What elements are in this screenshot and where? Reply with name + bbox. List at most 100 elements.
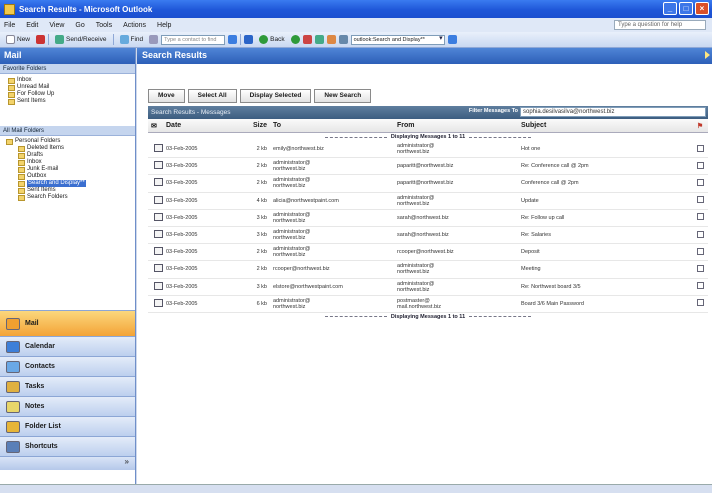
expand-arrow-icon[interactable] — [705, 51, 710, 59]
folder-tree-item[interactable]: Search Folders — [4, 194, 131, 201]
back-arrow-icon — [259, 35, 269, 44]
favorite-folder-item[interactable]: Inbox — [8, 77, 127, 84]
message-row[interactable]: 03-Feb-2005 2 kb administrator@ northwest.b… — [148, 175, 708, 193]
move-button[interactable]: Move — [148, 89, 185, 103]
row-subject: Re: Salaries — [521, 232, 551, 239]
menu-file[interactable]: File — [4, 22, 15, 29]
column-size[interactable]: Size — [244, 122, 270, 129]
row-checkbox[interactable] — [696, 282, 704, 290]
flag-column-icon[interactable]: ⚑ — [692, 122, 708, 130]
folder-tree-item[interactable]: Inbox — [4, 159, 131, 166]
column-date[interactable]: Date — [166, 122, 244, 129]
message-row[interactable]: 03-Feb-2005 2 kb rcooper@northwest.biz admi… — [148, 261, 708, 279]
new-label: New — [17, 36, 31, 43]
row-checkbox[interactable] — [696, 178, 704, 186]
row-checkbox[interactable] — [696, 196, 704, 204]
nav-button-mail[interactable]: Mail — [0, 310, 135, 336]
back-button[interactable]: Back — [256, 33, 287, 46]
message-row[interactable]: 03-Feb-2005 3 kb administrator@ northwest.b… — [148, 210, 708, 227]
favorite-folder-item[interactable]: Sent Items — [8, 98, 127, 105]
folder-tree-item[interactable]: Outbox — [4, 173, 131, 180]
stop-icon[interactable] — [302, 35, 312, 44]
home-icon[interactable] — [326, 35, 336, 44]
folder-label: Outbox — [27, 173, 47, 179]
help-icon[interactable] — [228, 35, 238, 44]
menu-help[interactable]: Help — [157, 22, 171, 29]
row-date: 03-Feb-2005 — [166, 266, 198, 273]
envelope-icon — [154, 281, 163, 290]
forward-arrow-icon[interactable] — [290, 35, 300, 44]
column-icon-header[interactable]: ✉ — [148, 122, 166, 130]
select-all-button[interactable]: Select All — [187, 89, 237, 103]
address-combo[interactable]: outlook:Search and Display** — [350, 34, 445, 45]
send-receive-button[interactable]: Send/Receive — [52, 33, 109, 46]
row-checkbox[interactable] — [696, 161, 704, 169]
display-selected-button[interactable]: Display Selected — [239, 89, 312, 103]
minimize-button[interactable]: _ — [663, 2, 677, 15]
row-from: administrator@ northwest.biz — [397, 263, 435, 276]
menu-tools[interactable]: Tools — [96, 22, 112, 29]
find-button[interactable]: Find — [117, 33, 147, 46]
new-mail-icon — [6, 35, 15, 44]
menu-actions[interactable]: Actions — [123, 22, 146, 29]
folder-tree-item[interactable]: Deleted Items — [4, 145, 131, 152]
row-checkbox[interactable] — [696, 230, 704, 238]
row-to: administrator@ northwest.biz — [273, 177, 311, 190]
message-row[interactable]: 03-Feb-2005 2 kb administrator@ northwest.b… — [148, 158, 708, 176]
folder-tree-item[interactable]: Sent Items — [4, 187, 131, 194]
filter-input[interactable]: sophia.desilvasilva@northwest.biz — [520, 107, 706, 117]
row-size: 2 kb — [256, 180, 267, 187]
new-search-button[interactable]: New Search — [314, 89, 372, 103]
nav-button-folder-list[interactable]: Folder List — [0, 416, 135, 436]
message-row[interactable]: 03-Feb-2005 2 kb emily@northwest.biz admini… — [148, 141, 708, 159]
message-row[interactable]: 03-Feb-2005 6 kb administrator@ northwest.b… — [148, 296, 708, 313]
folder-icon — [18, 145, 25, 152]
navigation-pane: Mail Favorite Folders Inbox Unread Mail Fo… — [0, 48, 136, 484]
close-button[interactable]: × — [695, 2, 709, 15]
row-checkbox[interactable] — [696, 144, 704, 152]
go-icon[interactable] — [447, 35, 457, 44]
refresh-icon[interactable] — [314, 35, 324, 44]
row-to: administrator@ northwest.biz — [273, 246, 311, 259]
new-button[interactable]: New — [3, 33, 33, 46]
menu-edit[interactable]: Edit — [26, 22, 38, 29]
row-checkbox[interactable] — [696, 299, 704, 307]
favorite-folder-item[interactable]: For Follow Up — [8, 91, 127, 98]
nav-button-tasks[interactable]: Tasks — [0, 376, 135, 396]
row-from: sarah@northwest.biz — [397, 214, 449, 221]
nav-button-calendar[interactable]: Calendar — [0, 336, 135, 356]
menu-view[interactable]: View — [49, 22, 64, 29]
envelope-icon — [154, 195, 163, 204]
row-subject: Meeting — [521, 266, 541, 273]
web-toolbar-icon[interactable] — [244, 35, 254, 44]
folder-tree-item[interactable]: Junk E-mail — [4, 166, 131, 173]
folder-tree-item[interactable]: Search and Display** — [4, 180, 131, 187]
message-row[interactable]: 03-Feb-2005 4 kb alicia@northwestpaint.com… — [148, 193, 708, 210]
row-date: 03-Feb-2005 — [166, 163, 198, 170]
search-web-icon[interactable] — [338, 35, 348, 44]
row-checkbox[interactable] — [696, 213, 704, 221]
menu-go[interactable]: Go — [75, 22, 84, 29]
column-from[interactable]: From — [394, 122, 518, 129]
row-subject: Re: Northwest board 3/5 — [521, 283, 581, 290]
row-checkbox[interactable] — [696, 264, 704, 272]
row-checkbox[interactable] — [696, 247, 704, 255]
find-contact-input[interactable]: Type a contact to find — [161, 34, 226, 45]
help-search-input[interactable]: Type a question for help — [614, 20, 706, 30]
envelope-icon — [154, 212, 163, 221]
folder-tree-item[interactable]: Drafts — [4, 152, 131, 159]
maximize-button[interactable]: □ — [679, 2, 693, 15]
column-subject[interactable]: Subject — [518, 122, 692, 129]
address-book-icon[interactable] — [149, 35, 159, 44]
favorite-folder-item[interactable]: Unread Mail — [8, 84, 127, 91]
delete-icon[interactable] — [36, 35, 46, 44]
message-row[interactable]: 03-Feb-2005 2 kb administrator@ northwest.b… — [148, 244, 708, 262]
message-row[interactable]: 03-Feb-2005 3 kb administrator@ northwest.b… — [148, 227, 708, 245]
column-to[interactable]: To — [270, 122, 394, 129]
nav-button-notes[interactable]: Notes — [0, 396, 135, 416]
folder-tree-item[interactable]: Personal Folders — [4, 138, 131, 145]
message-row[interactable]: 03-Feb-2005 3 kb elstore@northwestpaint.co… — [148, 279, 708, 296]
nav-button-shortcuts[interactable]: Shortcuts — [0, 436, 135, 456]
configure-buttons-icon[interactable]: » — [0, 456, 135, 470]
nav-button-contacts[interactable]: Contacts — [0, 356, 135, 376]
